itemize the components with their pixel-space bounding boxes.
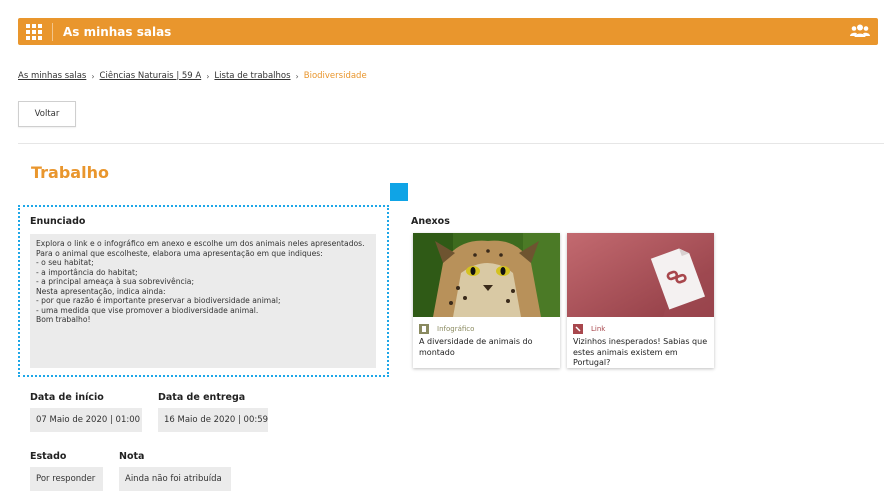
enunciado-line: - por que razão é importante preservar a… bbox=[36, 296, 281, 305]
breadcrumb-separator: › bbox=[206, 71, 210, 81]
link-image bbox=[567, 233, 714, 317]
selection-handle[interactable] bbox=[390, 183, 408, 201]
attachment-type: Infográfico bbox=[419, 324, 474, 334]
breadcrumb-separator: › bbox=[295, 71, 299, 81]
enunciado-line: Nesta apresentação, indica ainda: bbox=[36, 286, 166, 296]
enunciado-line: - a importância do habitat; bbox=[36, 267, 138, 277]
attachment-card-link[interactable]: Link Vizinhos inesperados! Sabias que es… bbox=[567, 233, 714, 368]
breadcrumb: As minhas salas › Ciências Naturais | 59… bbox=[18, 71, 367, 81]
attachment-title[interactable]: A diversidade de animais do montado bbox=[419, 337, 557, 358]
breadcrumb-my-rooms[interactable]: As minhas salas bbox=[18, 71, 86, 81]
enunciado-line: Explora o link e o infográfico em anexo … bbox=[36, 239, 365, 248]
topbar-title[interactable]: As minhas salas bbox=[63, 25, 171, 39]
infographic-icon bbox=[419, 324, 429, 334]
state-value: Por responder bbox=[30, 467, 103, 491]
back-button[interactable]: Voltar bbox=[18, 101, 76, 127]
attachment-type: Link bbox=[573, 324, 605, 334]
enunciado-line: Para o animal que escolheste, elabora um… bbox=[36, 248, 323, 258]
section-divider bbox=[18, 143, 884, 144]
enunciado-label: Enunciado bbox=[30, 216, 86, 227]
breadcrumb-assignments-list[interactable]: Lista de trabalhos bbox=[214, 71, 290, 81]
start-date-value: 07 Maio de 2020 | 01:00 bbox=[30, 408, 142, 432]
apps-grid-icon[interactable] bbox=[26, 23, 42, 40]
breadcrumb-current: Biodiversidade bbox=[303, 71, 367, 81]
enunciado-line: - uma medida que vise promover a biodive… bbox=[36, 305, 259, 315]
top-bar: As minhas salas bbox=[18, 18, 878, 45]
start-date-label: Data de início bbox=[30, 392, 104, 403]
attachment-title[interactable]: Vizinhos inesperados! Sabias que estes a… bbox=[573, 337, 711, 369]
grade-value: Ainda não foi atribuída bbox=[119, 467, 231, 491]
attachment-type-label: Infográfico bbox=[437, 325, 475, 333]
enunciado-text: Explora o link e o infográfico em anexo … bbox=[30, 234, 376, 368]
enunciado-line: - a principal ameaça à sua sobrevivência… bbox=[36, 277, 195, 286]
breadcrumb-class[interactable]: Ciências Naturais | 59 A bbox=[100, 71, 202, 81]
topbar-divider bbox=[52, 22, 53, 41]
due-date-value: 16 Maio de 2020 | 00:59 bbox=[158, 408, 268, 432]
breadcrumb-separator: › bbox=[91, 71, 95, 81]
lynx-image bbox=[413, 233, 560, 317]
anexos-label: Anexos bbox=[411, 216, 450, 227]
grade-label: Nota bbox=[119, 451, 145, 462]
state-label: Estado bbox=[30, 451, 67, 462]
attachment-card-infographic[interactable]: Infográfico A diversidade de animais do … bbox=[413, 233, 560, 368]
page-title: Trabalho bbox=[31, 163, 109, 182]
due-date-label: Data de entrega bbox=[158, 392, 246, 403]
enunciado-line: Bom trabalho! bbox=[36, 315, 91, 324]
enunciado-line: - o seu habitat; bbox=[36, 258, 94, 267]
attachment-type-label: Link bbox=[591, 325, 606, 333]
users-group-icon[interactable] bbox=[850, 24, 870, 38]
link-icon bbox=[573, 324, 583, 334]
